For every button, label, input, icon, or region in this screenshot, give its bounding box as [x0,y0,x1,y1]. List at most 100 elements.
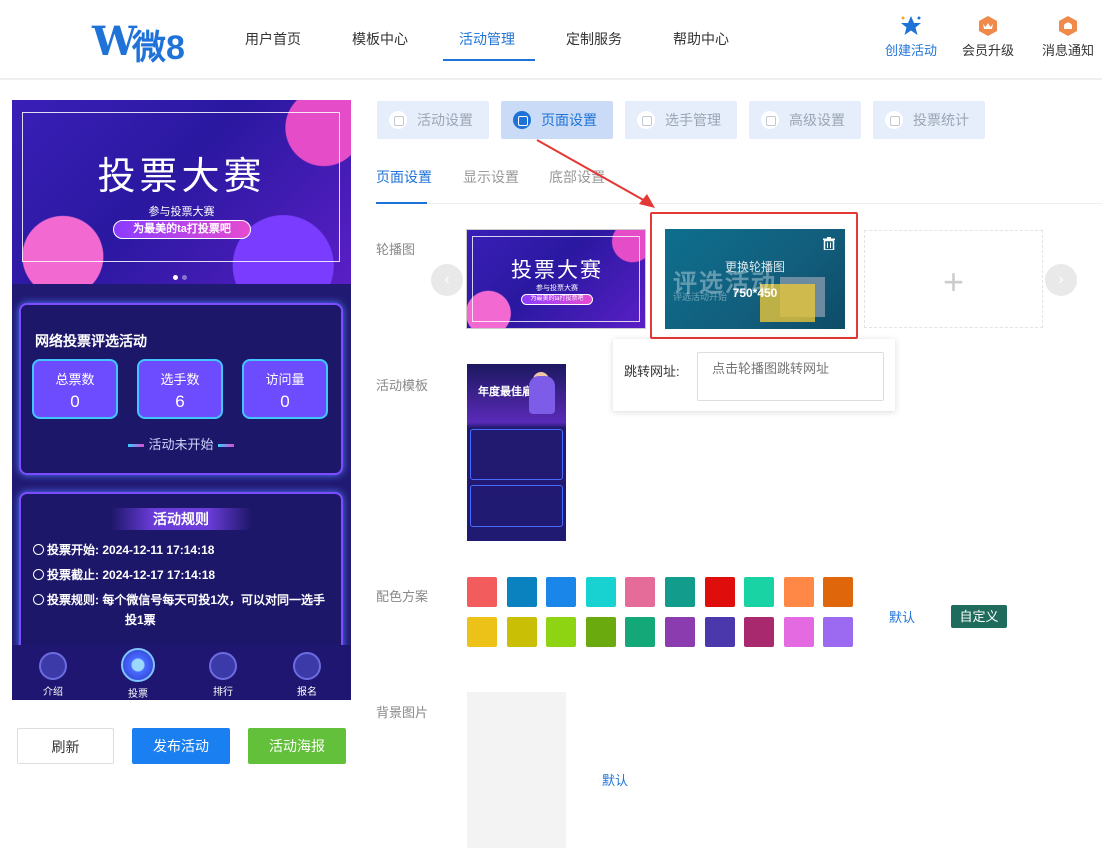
subtab-divider [376,203,1102,204]
carousel-prev-button[interactable]: ‹ [431,264,463,296]
preview-tabbar: 介绍 投票 排行 报名 [12,645,351,700]
rule-value: 2024-12-17 17:14:18 [102,568,216,582]
refresh-button[interactable]: 刷新 [17,728,114,764]
template-rules-block [470,485,563,527]
nav-template-center[interactable]: 模板中心 [352,29,408,49]
banner-title: 投票大赛 [97,156,266,198]
publish-activity-button[interactable]: 发布活动 [132,728,230,764]
color-swatch[interactable] [783,577,814,607]
banner-slogan: 为最美的ta打投票吧 [113,220,251,239]
tab-signup[interactable]: 报名 [282,652,332,698]
tab-advanced-settings[interactable]: 高级设置 [749,101,861,139]
color-swatch[interactable] [625,577,656,607]
tab-activity-settings[interactable]: 活动设置 [377,101,489,139]
color-swatch[interactable] [506,577,537,607]
activity-rules-card: 活动规则 投票开始: 2024-12-11 17:14:18 投票截止: 202… [19,492,343,662]
red-arrow-annotation [536,139,655,208]
logo-text: 微8 [132,29,185,67]
jump-url-input[interactable] [697,352,884,401]
create-activity-label: 创建活动 [884,43,937,58]
nav-active-underline [443,59,535,61]
banner-subtitle: 参与投票大赛 [148,206,215,218]
nav-help-center[interactable]: 帮助中心 [673,29,729,49]
layout-icon [513,111,531,129]
color-swatch[interactable] [704,617,735,647]
carousel-slide-1[interactable]: 投票大赛 参与投票大赛 为最美的ta打投票吧 [466,229,646,329]
signup-icon [293,652,321,680]
color-swatch[interactable] [744,577,775,607]
nav-user-home[interactable]: 用户首页 [245,29,301,49]
stats-icon [885,111,903,129]
message-notice-button[interactable]: 消息通知 [1038,14,1098,59]
color-swatch[interactable] [546,617,577,647]
member-upgrade-button[interactable]: 会员升级 [958,14,1018,59]
mobile-preview: 投票大赛 参与投票大赛 为最美的ta打投票吧 网络投票评选活动 总票数 0 选手… [12,100,351,700]
color-swatch[interactable] [585,577,616,607]
site-logo[interactable]: W 微8 [92,18,192,67]
highlight-box [650,212,858,339]
subtab-display-settings[interactable]: 显示设置 [463,167,519,187]
activity-poster-button[interactable]: 活动海报 [248,728,346,764]
color-swatch[interactable] [506,617,537,647]
tab-contestant-management[interactable]: 选手管理 [625,101,737,139]
color-swatch[interactable] [546,577,577,607]
stat-value: 0 [70,392,80,411]
add-carousel-slide[interactable]: + [864,230,1043,328]
bg-image-default-option[interactable]: 默认 [602,770,628,789]
nav-custom-service[interactable]: 定制服务 [566,29,622,49]
tab-page-settings[interactable]: 页面设置 [501,101,613,139]
color-swatch[interactable] [467,577,497,607]
member-upgrade-label: 会员升级 [961,43,1014,58]
color-swatch[interactable] [585,617,616,647]
color-scheme-label: 配色方案 [376,589,429,604]
subtab-active-underline [376,202,427,204]
tab-label: 报名 [297,687,317,698]
message-notice-label: 消息通知 [1041,43,1094,58]
stat-label: 选手数 [160,372,200,387]
template-figure [529,376,555,414]
rule-key: 投票截止: [47,568,99,582]
color-swatch[interactable] [823,617,854,647]
tab-ranking[interactable]: 排行 [198,652,248,698]
color-swatch[interactable] [823,577,854,607]
preview-banner: 投票大赛 参与投票大赛 为最美的ta打投票吧 [12,100,351,284]
subtab-page-settings[interactable]: 页面设置 [376,167,432,187]
rule-value: 每个微信号每天可投1次，可以对同一选手投1票 [102,593,326,627]
color-swatch[interactable] [467,617,497,647]
background-image-placeholder[interactable] [467,692,566,848]
color-custom-button[interactable]: 自定义 [951,605,1007,628]
color-swatch[interactable] [665,617,695,647]
activity-template-thumbnail[interactable]: 年度最佳雇主 [467,364,566,541]
rules-title: 活动规则 [111,508,251,530]
vote-icon [121,648,155,682]
clock-icon [33,569,44,580]
tab-vote[interactable]: 投票 [113,648,163,700]
stat-value: 6 [175,392,185,411]
create-activity-button[interactable]: 创建活动 [881,14,941,59]
stat-label: 总票数 [55,372,95,387]
star-icon [901,16,921,35]
color-swatch[interactable] [625,617,656,647]
carousel-next-button[interactable]: › [1045,264,1077,296]
carousel-dots [173,267,191,283]
settings-icon [761,111,779,129]
color-default-option[interactable]: 默认 [889,607,915,626]
tab-intro[interactable]: 介绍 [28,652,78,698]
intro-icon [39,652,67,680]
color-swatch[interactable] [665,577,695,607]
shield-icon [389,111,407,129]
tab-label: 活动设置 [417,112,473,128]
color-swatch[interactable] [783,617,814,647]
nav-activity-management[interactable]: 活动管理 [459,29,515,49]
color-swatch[interactable] [704,577,735,607]
tab-vote-statistics[interactable]: 投票统计 [873,101,985,139]
bg-image-label: 背景图片 [376,705,429,720]
slide-subtitle: 参与投票大赛 [536,285,578,292]
tab-label: 投票统计 [913,112,969,128]
rule-vote: 投票规则: 每个微信号每天可投1次，可以对同一选手投1票 [33,590,333,630]
stat-value: 0 [280,392,290,411]
color-swatch[interactable] [744,617,775,647]
activity-status-text: 活动未开始 [148,437,214,452]
tab-label: 高级设置 [789,112,845,128]
user-icon [637,111,655,129]
